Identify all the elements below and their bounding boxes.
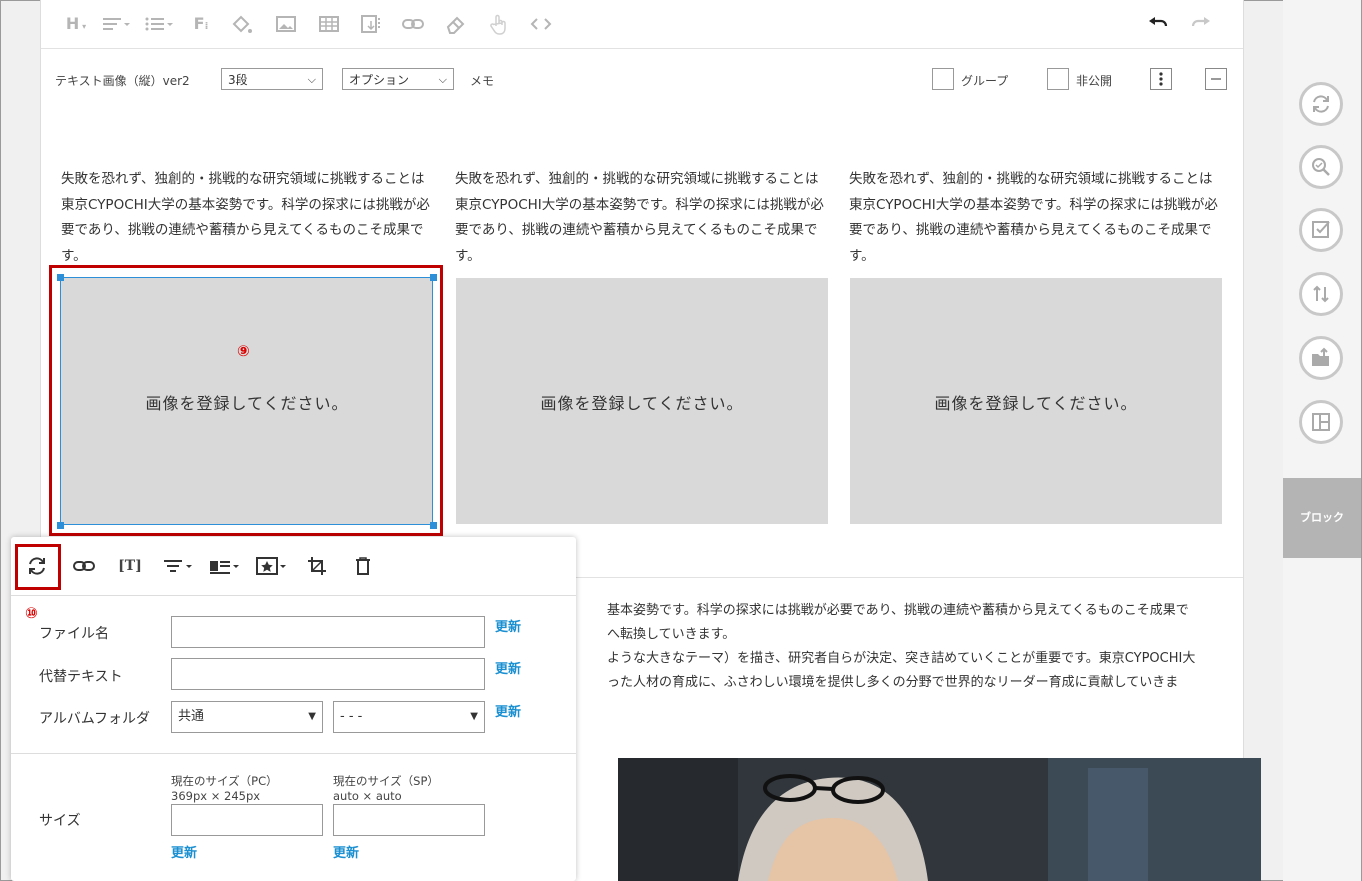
more-menu-button[interactable] [1150,68,1172,90]
album-subfolder-select[interactable]: - - - ▼ [333,701,485,733]
zoom-icon [1312,158,1330,176]
pc-size-value: 369px × 245px [171,789,261,803]
list-icon[interactable] [144,12,174,36]
photo-image [618,758,1261,881]
option-select[interactable]: オプション ⌵ [342,68,454,90]
zoom-button[interactable] [1299,145,1343,189]
replace-image-button[interactable] [23,554,51,578]
check-button[interactable] [1299,208,1343,252]
alt-text-input[interactable] [171,658,485,690]
filename-update-link[interactable]: 更新 [495,616,521,635]
sp-size-input[interactable] [333,804,485,836]
column-2-text[interactable]: 失敗を恐れず、独創的・挑戦的な研究領域に挑戦することは東京CYPOCHI大学の基… [455,167,827,269]
chevron-down-icon: ⌵ [307,73,316,86]
folder-upload-button[interactable] [1299,336,1343,380]
popup-separator [11,595,576,596]
resize-handle[interactable] [57,274,64,281]
size-label: サイズ [39,813,81,829]
album-folder-select[interactable]: 共通 ▼ [171,701,323,733]
undo-icon[interactable] [1146,12,1174,36]
font-icon[interactable]: F⁞ [187,12,215,36]
minus-icon [1211,78,1221,80]
private-checkbox[interactable] [1047,68,1069,90]
pc-size-update-link[interactable]: 更新 [171,842,197,861]
link-icon [73,561,95,571]
memo-label[interactable]: メモ [470,72,494,89]
hand-icon[interactable] [487,12,515,36]
kebab-icon [1159,72,1163,86]
columns-select[interactable]: 3段 ⌵ [221,68,323,90]
dropdown-arrow-icon: ▼ [470,711,478,722]
code-icon[interactable] [529,12,557,36]
pc-size-label: 現在のサイズ（PC） [171,774,278,788]
refresh-icon [29,557,45,575]
album-update-link[interactable]: 更新 [495,701,521,720]
sp-size-value: auto × auto [333,789,402,803]
fill-color-icon[interactable] [229,12,257,36]
chevron-down-icon: ⌵ [438,73,447,86]
eraser-icon[interactable] [444,12,472,36]
sp-size-label: 現在のサイズ（SP） [333,774,439,788]
image-placeholder-message: 画像を登録してください。 [934,394,1138,413]
crop-icon[interactable] [303,554,331,578]
column-2-image-placeholder[interactable]: 画像を登録してください。 [456,278,828,524]
refresh-icon [1313,95,1329,113]
resize-handle[interactable] [57,522,64,529]
step-marker-10: ⑩ [25,604,38,622]
checkbox-icon [1312,221,1330,238]
image-icon[interactable] [274,12,302,36]
dropdown-arrow-icon: ▼ [308,711,316,722]
block-tab[interactable]: ブロック [1283,478,1361,558]
portrait-photo[interactable] [618,758,1261,881]
paragraph-line[interactable]: へ転換していきます。 [607,622,735,647]
sort-icon [1313,285,1329,303]
heading-icon[interactable]: H ▾ [61,12,91,36]
sort-button[interactable] [1299,272,1343,316]
layout-icon [1312,413,1330,431]
alt-text-label: 代替テキスト [39,669,123,685]
paragraph-line[interactable]: 基本姿勢です。科学の探求には挑戦が必要であり、挑戦の連続や蓄積から見えてくるもの… [607,598,1189,623]
text-icon[interactable]: [T] [116,554,144,578]
column-3-text[interactable]: 失敗を恐れず、独創的・挑戦的な研究領域に挑戦することは東京CYPOCHI大学の基… [849,167,1221,269]
resize-handle[interactable] [430,522,437,529]
align-icon[interactable] [101,12,131,36]
image-settings-popup: [T] ⑩ ファイル名 更新 代替テキスト 更新 アルバムフォルダ 共通 ▼ - … [11,537,576,881]
pc-size-input[interactable] [171,804,323,836]
layout-button[interactable] [1299,400,1343,444]
resize-handle[interactable] [430,274,437,281]
collapse-button[interactable] [1205,68,1227,90]
trash-icon[interactable] [349,554,377,578]
paragraph-line[interactable]: ような大きなテーマ）を描き、研究者自らが決定、突き詰めていくことが重要です。東京… [607,646,1195,671]
image-placeholder-message: 画像を登録してください。 [540,394,744,413]
column-3-image-placeholder[interactable]: 画像を登録してください。 [850,278,1222,524]
folder-upload-icon [1312,347,1329,366]
alt-text-update-link[interactable]: 更新 [495,658,521,677]
link-button[interactable] [70,554,98,578]
redo-icon[interactable] [1189,12,1217,36]
step-marker-9: ⑨ [237,342,250,360]
block-name: テキスト画像（縦）ver2 [55,74,190,88]
editor-toolbar: H ▾ F⁞ [41,0,1243,49]
group-label: グループ [961,74,1009,88]
sp-size-update-link[interactable]: 更新 [333,842,359,861]
file-icon[interactable] [359,12,387,36]
image-selection-frame [60,277,433,525]
filename-label: ファイル名 [39,626,109,642]
align-icon[interactable] [161,554,197,578]
group-checkbox[interactable] [932,68,954,90]
right-side-panel: ブロック [1283,0,1361,881]
private-label: 非公開 [1076,74,1113,88]
table-icon[interactable] [317,12,345,36]
album-folder-label: アルバムフォルダ [39,711,151,727]
link-icon[interactable] [401,12,429,36]
refresh-button[interactable] [1299,82,1343,126]
filename-input[interactable] [171,616,485,648]
layout-icon[interactable] [207,554,243,578]
popup-separator [11,753,576,754]
paragraph-line[interactable]: った人材の育成に、ふさわしい環境を提供し多くの分野で世界的なリーダー育成に貢献し… [607,670,1178,695]
star-icon[interactable] [254,554,290,578]
column-1-text[interactable]: 失敗を恐れず、独創的・挑戦的な研究領域に挑戦することは東京CYPOCHI大学の基… [61,167,433,269]
